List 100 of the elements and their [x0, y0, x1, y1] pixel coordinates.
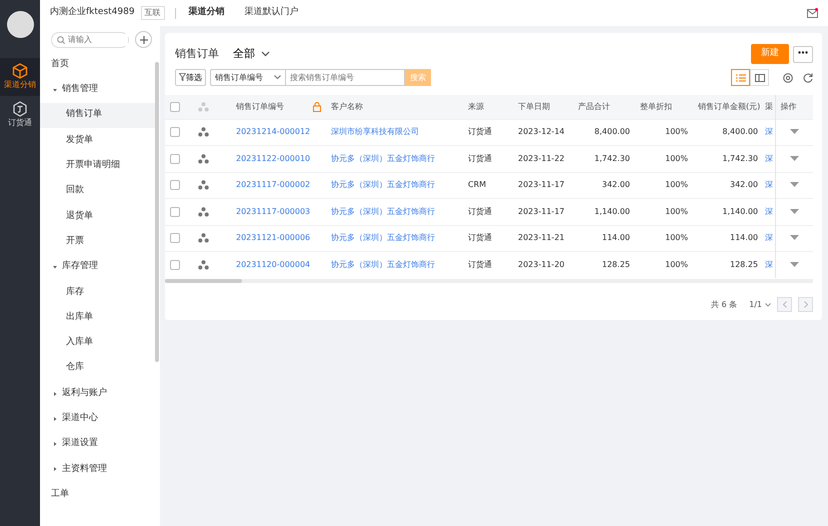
table-link[interactable]: 深 [763, 198, 775, 225]
table-cell: 100% [635, 198, 693, 225]
prev-page-button[interactable] [777, 297, 792, 312]
card-view-button[interactable] [750, 69, 769, 86]
column-header: 销售订单金额(元) [693, 95, 763, 119]
list-view-button[interactable] [731, 69, 750, 86]
search-field-select[interactable]: 销售订单编号 [210, 69, 286, 86]
nav-group[interactable]: 库存管理 [40, 254, 158, 280]
column-header: 客户名称 [326, 95, 463, 119]
filter-icon [179, 73, 186, 82]
row-checkbox[interactable] [170, 127, 180, 138]
table-link[interactable]: 深 [763, 225, 775, 252]
chevron-down-icon [261, 51, 270, 57]
next-page-button[interactable] [798, 297, 813, 312]
nav-item[interactable]: 发货单 [40, 128, 158, 154]
row-checkbox[interactable] [170, 233, 180, 244]
caret-down-icon[interactable] [790, 156, 799, 162]
table-link[interactable]: 协元多（深圳）五金灯饰商行 [326, 172, 463, 198]
column-header: 产品合计 [573, 95, 635, 119]
filter-button[interactable]: 筛选 [175, 69, 206, 86]
caret-right-icon [51, 390, 59, 398]
caret-down-icon[interactable] [790, 129, 799, 136]
header-tab[interactable]: 渠道分销 [182, 6, 232, 20]
header-tab[interactable]: 渠道默认门户 [238, 6, 306, 20]
row-checkbox[interactable] [170, 206, 180, 217]
select-all-checkbox[interactable] [170, 102, 180, 112]
tag-label: 互联 [140, 6, 165, 20]
table-link[interactable]: 20231117-000003 [231, 198, 326, 225]
table-link[interactable]: 20231120-000004 [231, 252, 326, 278]
table-link[interactable]: 深 [763, 146, 775, 172]
table-link[interactable]: 20231122-000010 [231, 146, 326, 172]
nav-group[interactable]: 渠道设置 [40, 431, 158, 457]
table-link[interactable]: 20231121-000006 [231, 225, 326, 252]
search-icon [57, 36, 65, 44]
table-link[interactable]: 协元多（深圳）五金灯饰商行 [326, 252, 463, 278]
nav-item[interactable]: 开票 [40, 229, 158, 254]
table-link[interactable]: 协元多（深圳）五金灯饰商行 [326, 198, 463, 225]
caret-right-icon [51, 414, 59, 423]
cluster-icon [198, 233, 209, 244]
chevron-down-icon [765, 302, 771, 306]
mail-icon[interactable] [807, 8, 818, 18]
table-cell: 订货通 [463, 198, 513, 225]
nav-group-label: 返利与账户 [62, 386, 107, 400]
row-checkbox[interactable] [170, 154, 180, 164]
chevron-down-icon [274, 75, 281, 80]
nav-group[interactable]: 销售管理 [40, 77, 158, 103]
nav-item[interactable]: 工单 [40, 482, 158, 508]
caret-down-icon[interactable] [790, 182, 799, 188]
nav-item[interactable]: 销售订单 [40, 102, 158, 128]
nav-group-label: 库存管理 [62, 260, 98, 274]
nav-group[interactable]: 返利与账户 [40, 380, 158, 406]
nav-group-label: 渠道设置 [62, 437, 98, 450]
cluster-icon [198, 154, 209, 164]
table-cell: 342.00 [693, 172, 763, 198]
row-checkbox[interactable] [170, 260, 180, 270]
nav-group-label: 渠道中心 [62, 412, 98, 426]
nav-item[interactable]: 开票申请明细 [40, 153, 158, 178]
row-checkbox[interactable] [170, 180, 180, 190]
table-cell: 342.00 [573, 172, 635, 198]
cluster-icon [198, 127, 209, 138]
search-field[interactable]: 请输入 [51, 32, 129, 48]
rail-item[interactable]: 订货通 [0, 96, 40, 134]
column-header: 销售订单编号 [236, 102, 284, 111]
cluster-icon [198, 180, 209, 190]
nav-item[interactable]: 回款 [40, 178, 158, 204]
horizontal-scrollbar[interactable] [165, 279, 242, 283]
table-link[interactable]: 协元多（深圳）五金灯饰商行 [326, 225, 463, 252]
table-link[interactable]: 20231117-000002 [231, 172, 326, 198]
chevron-left-icon [782, 300, 786, 308]
nav-item[interactable]: 首页 [40, 52, 158, 78]
nav-item[interactable]: 入库单 [40, 330, 158, 356]
table-link[interactable]: 20231214-000012 [231, 119, 326, 146]
avatar-circle[interactable] [6, 11, 34, 38]
search-input[interactable]: 搜索销售订单编号 [286, 69, 405, 86]
scope-dropdown[interactable]: 全部 [233, 46, 270, 62]
caret-down-icon[interactable] [790, 235, 799, 242]
caret-down-icon[interactable] [790, 262, 799, 268]
nav-group[interactable]: 主资料管理 [40, 456, 158, 482]
more-button[interactable] [793, 46, 813, 62]
table-link[interactable]: 深 [763, 172, 775, 198]
rail-item[interactable]: 渠道分销 [0, 58, 40, 96]
nav-item[interactable]: 出库单 [40, 304, 158, 330]
settings-icon[interactable] [783, 72, 793, 82]
refresh-icon[interactable] [803, 72, 813, 82]
table-link[interactable]: 深 [763, 252, 775, 278]
table-cell: 8,400.00 [693, 119, 763, 146]
table-cell: 2023-11-21 [513, 225, 573, 252]
scrollbar[interactable] [155, 62, 159, 362]
table-cell: 2023-11-17 [513, 198, 573, 225]
nav-item[interactable]: 仓库 [40, 356, 158, 381]
nav-item[interactable]: 库存 [40, 280, 158, 305]
add-button[interactable] [135, 31, 152, 48]
nav-item[interactable]: 退货单 [40, 204, 158, 230]
table-cell: 订货通 [463, 252, 513, 278]
table-link[interactable]: 深 [763, 119, 775, 146]
caret-down-icon[interactable] [790, 208, 799, 215]
nav-group[interactable]: 渠道中心 [40, 406, 158, 432]
table-link[interactable]: 深圳市纷享科技有限公司 [326, 119, 463, 146]
table-link[interactable]: 协元多（深圳）五金灯饰商行 [326, 146, 463, 172]
page-select[interactable]: 1/1 [749, 298, 771, 310]
